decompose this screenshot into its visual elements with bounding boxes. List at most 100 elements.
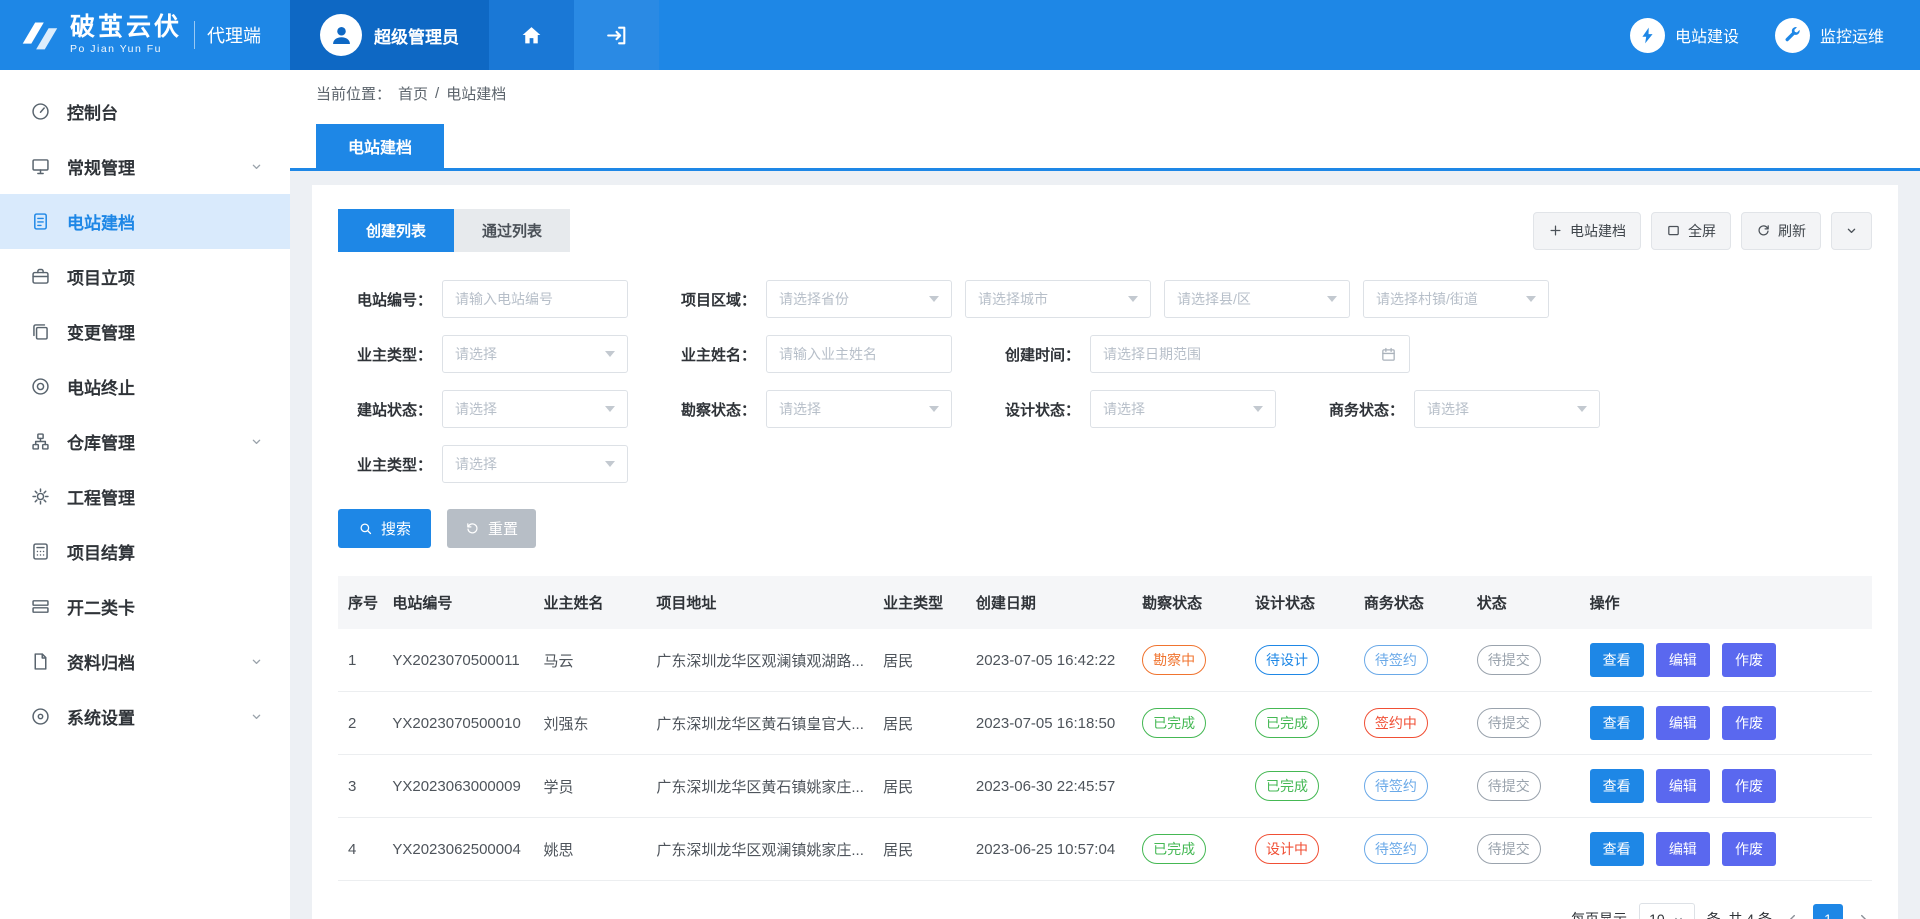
sidebar-item-general-management[interactable]: 常规管理	[0, 139, 290, 194]
nav-station-construction[interactable]: 电站建设	[1630, 0, 1739, 70]
date-range-input[interactable]	[1103, 346, 1380, 362]
build-status-select[interactable]: 请选择	[442, 390, 628, 428]
void-button[interactable]: 作废	[1722, 832, 1776, 866]
cell-design-status: 待设计	[1245, 629, 1354, 692]
date-range-picker[interactable]	[1090, 335, 1410, 373]
status-badge: 已完成	[1142, 708, 1206, 738]
sidebar-item-label: 变更管理	[67, 319, 264, 344]
sidebar: 控制台 常规管理 电站建档 项目立项 变更管理 电站终止	[0, 70, 290, 919]
col-business: 商务状态	[1354, 576, 1467, 629]
cell-survey-status	[1132, 755, 1245, 818]
void-button[interactable]: 作废	[1722, 643, 1776, 677]
content-card: 创建列表 通过列表 电站建档 全屏 刷新	[312, 185, 1898, 919]
document-icon	[30, 211, 51, 232]
breadcrumb-home-link[interactable]: 首页	[398, 83, 428, 104]
view-button[interactable]: 查看	[1590, 706, 1644, 740]
cell-address: 广东深圳龙华区观澜镇姚家庄...	[646, 818, 873, 881]
sidebar-item-system-settings[interactable]: 系统设置	[0, 689, 290, 744]
logout-button[interactable]	[574, 0, 659, 70]
owner-type-2-select[interactable]: 请选择	[442, 445, 628, 483]
edit-button[interactable]: 编辑	[1656, 769, 1710, 803]
void-button[interactable]: 作废	[1722, 769, 1776, 803]
next-page-button[interactable]	[1855, 911, 1872, 919]
province-select[interactable]: 请选择省份	[766, 280, 952, 318]
edit-button[interactable]: 编辑	[1656, 706, 1710, 740]
create-station-button[interactable]: 电站建档	[1533, 212, 1641, 250]
view-button[interactable]: 查看	[1590, 832, 1644, 866]
survey-status-select[interactable]: 请选择	[766, 390, 952, 428]
edit-button[interactable]: 编辑	[1656, 832, 1710, 866]
current-page[interactable]: 1	[1813, 904, 1843, 919]
filter-region: 项目区域： 请选择省份 请选择城市	[662, 280, 1549, 318]
cell-index: 4	[338, 818, 382, 881]
sidebar-item-warehouse-management[interactable]: 仓库管理	[0, 414, 290, 469]
sidebar-item-engineering-management[interactable]: 工程管理	[0, 469, 290, 524]
cell-station-no: YX2023070500010	[382, 692, 533, 755]
brand-logo: 破茧云伏 Po Jian Yun Fu 代理端	[0, 0, 290, 70]
sidebar-item-change-management[interactable]: 变更管理	[0, 304, 290, 359]
sidebar-item-class2-card[interactable]: 开二类卡	[0, 579, 290, 634]
home-button[interactable]	[489, 0, 574, 70]
filter-label: 创建时间：	[986, 344, 1080, 365]
sidebar-item-station-filing[interactable]: 电站建档	[0, 194, 290, 249]
cell-index: 1	[338, 629, 382, 692]
user-avatar-icon	[320, 14, 362, 56]
design-status-select[interactable]: 请选择	[1090, 390, 1276, 428]
sidebar-item-console[interactable]: 控制台	[0, 84, 290, 139]
business-status-select[interactable]: 请选择	[1414, 390, 1600, 428]
station-no-input[interactable]	[442, 280, 628, 318]
reset-button[interactable]: 重置	[447, 509, 536, 548]
cell-actions: 查看 编辑 作废	[1580, 629, 1872, 692]
owner-type-select[interactable]: 请选择	[442, 335, 628, 373]
status-badge: 待提交	[1477, 834, 1541, 864]
search-button[interactable]: 搜索	[338, 509, 431, 548]
void-button[interactable]: 作废	[1722, 706, 1776, 740]
collapse-toolbar-button[interactable]	[1831, 212, 1872, 250]
calendar-icon	[1380, 346, 1397, 363]
logo-icon	[16, 12, 62, 58]
city-select[interactable]: 请选择城市	[965, 280, 1151, 318]
county-select[interactable]: 请选择县/区	[1164, 280, 1350, 318]
sidebar-item-project-initiation[interactable]: 项目立项	[0, 249, 290, 304]
fullscreen-button[interactable]: 全屏	[1651, 212, 1731, 250]
user-menu-button[interactable]: 超级管理员	[290, 0, 489, 70]
page-size-select[interactable]: 10	[1639, 903, 1695, 919]
town-select[interactable]: 请选择村镇/街道	[1363, 280, 1549, 318]
page-tab-station-filing[interactable]: 电站建档	[316, 124, 444, 168]
owner-name-input[interactable]	[766, 335, 952, 373]
sidebar-item-label: 开二类卡	[67, 594, 264, 619]
status-badge: 已完成	[1255, 771, 1319, 801]
sidebar-item-project-settlement[interactable]: 项目结算	[0, 524, 290, 579]
view-button[interactable]: 查看	[1590, 769, 1644, 803]
status-badge: 待设计	[1255, 645, 1319, 675]
edit-button[interactable]: 编辑	[1656, 643, 1710, 677]
pagination: 每页显示 10 条, 共 4 条 1	[338, 903, 1872, 919]
chevron-down-icon	[605, 351, 615, 357]
filter-form: 电站编号： 项目区域： 请选择省份 请选择城市	[338, 280, 1872, 483]
cell-station-no: YX2023070500011	[382, 629, 533, 692]
cell-created: 2023-07-05 16:42:22	[966, 629, 1132, 692]
card-icon	[30, 596, 51, 617]
page-header: 当前位置： 首页 / 电站建档 电站建档	[290, 70, 1920, 171]
sidebar-item-station-termination[interactable]: 电站终止	[0, 359, 290, 414]
logout-icon	[604, 23, 629, 48]
tab-create-list[interactable]: 创建列表	[338, 209, 454, 252]
cell-owner: 姚思	[534, 818, 647, 881]
refresh-button[interactable]: 刷新	[1741, 212, 1821, 250]
page-size-value: 10	[1649, 911, 1665, 919]
col-station-no: 电站编号	[382, 576, 533, 629]
prev-page-button[interactable]	[1784, 911, 1801, 919]
breadcrumb-separator: /	[435, 85, 439, 102]
breadcrumb: 当前位置： 首页 / 电站建档	[290, 70, 1920, 116]
view-button[interactable]: 查看	[1590, 643, 1644, 677]
select-placeholder: 请选择	[1427, 399, 1469, 419]
cell-address: 广东深圳龙华区观澜镇观湖路...	[646, 629, 873, 692]
nav-monitoring-ops[interactable]: 监控运维	[1775, 0, 1884, 70]
filter-label: 电站编号：	[338, 289, 432, 310]
sidebar-item-data-archive[interactable]: 资料归档	[0, 634, 290, 689]
tab-passed-list[interactable]: 通过列表	[454, 209, 570, 252]
chevron-down-icon	[1253, 406, 1263, 412]
filter-row: 电站编号： 项目区域： 请选择省份 请选择城市	[338, 280, 1872, 318]
status-badge: 待签约	[1364, 834, 1428, 864]
copy-icon	[30, 321, 51, 342]
